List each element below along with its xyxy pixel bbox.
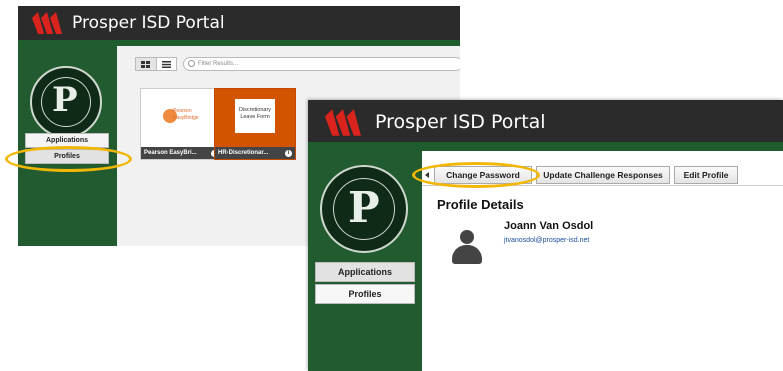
- tile-label: HR-Discretionar...: [215, 147, 295, 159]
- sidebar: P Applications Profiles: [18, 46, 117, 246]
- sidebar-item-profiles[interactable]: Profiles: [315, 284, 415, 304]
- app-tile-hr-discretionary[interactable]: Discretionary Leave Form HR-Discretionar…: [214, 88, 296, 160]
- pearson-logo-text: Pearson EasyBridge: [173, 108, 199, 121]
- leave-form-logo: Discretionary Leave Form: [235, 99, 275, 133]
- portal-logo-icon: [32, 12, 62, 34]
- view-toggle: [135, 57, 177, 71]
- portal-window-profiles: Prosper ISD Portal P Applications Profil…: [308, 100, 783, 371]
- update-challenge-responses-button[interactable]: Update Challenge Responses: [536, 166, 670, 184]
- app-title: Prosper ISD Portal: [375, 111, 546, 133]
- sidebar: P Applications Profiles: [308, 151, 422, 371]
- school-seal-logo: P: [30, 66, 102, 138]
- grid-view-icon[interactable]: [136, 58, 157, 70]
- filter-input[interactable]: Filter Results...: [183, 57, 460, 71]
- profile-panel: Change Password Update Challenge Respons…: [422, 151, 783, 371]
- tile-label: Pearson EasyBri...: [141, 147, 221, 159]
- sidebar-item-applications[interactable]: Applications: [315, 262, 415, 282]
- seal-letter: P: [52, 80, 78, 120]
- sidebar-item-label: Applications: [337, 267, 392, 277]
- app-tile-pearson[interactable]: Pearson EasyBridge Pearson EasyBri... i: [140, 88, 222, 160]
- profile-details-heading: Profile Details: [437, 197, 524, 212]
- sidebar-item-label: Profiles: [348, 289, 382, 299]
- info-icon[interactable]: i: [285, 150, 292, 157]
- school-seal-logo: P: [320, 165, 408, 253]
- chevron-left-icon[interactable]: [425, 172, 429, 178]
- sidebar-item-profiles[interactable]: Profiles: [25, 149, 109, 164]
- header-bar: Prosper ISD Portal: [308, 100, 783, 142]
- app-title: Prosper ISD Portal: [72, 13, 225, 33]
- screenshot-stage: Prosper ISD Portal P Applications Profil…: [0, 0, 783, 371]
- edit-profile-button[interactable]: Edit Profile: [674, 166, 738, 184]
- header-bar: Prosper ISD Portal: [18, 6, 460, 40]
- sidebar-item-label: Applications: [45, 137, 88, 144]
- user-email: jtvanosdol@prosper-isd.net: [504, 237, 590, 244]
- user-name: Joann Van Osdol: [504, 220, 594, 232]
- change-password-button[interactable]: Change Password: [434, 166, 532, 184]
- user-avatar-icon: [452, 230, 482, 264]
- sidebar-item-applications[interactable]: Applications: [25, 133, 109, 148]
- portal-logo-icon: [325, 109, 361, 136]
- leave-form-logo-text: Discretionary Leave Form: [238, 107, 272, 120]
- avatar-body: [452, 245, 482, 264]
- sidebar-item-label: Profiles: [54, 153, 80, 160]
- avatar-head: [460, 230, 474, 244]
- filter-placeholder: Filter Results...: [198, 61, 239, 67]
- search-icon: [188, 60, 195, 67]
- seal-letter: P: [348, 183, 380, 232]
- toolbar-divider: [422, 185, 783, 186]
- list-view-icon[interactable]: [157, 58, 177, 70]
- header-accent-bar: [308, 142, 783, 151]
- pearson-logo: Pearson EasyBridge: [163, 105, 199, 131]
